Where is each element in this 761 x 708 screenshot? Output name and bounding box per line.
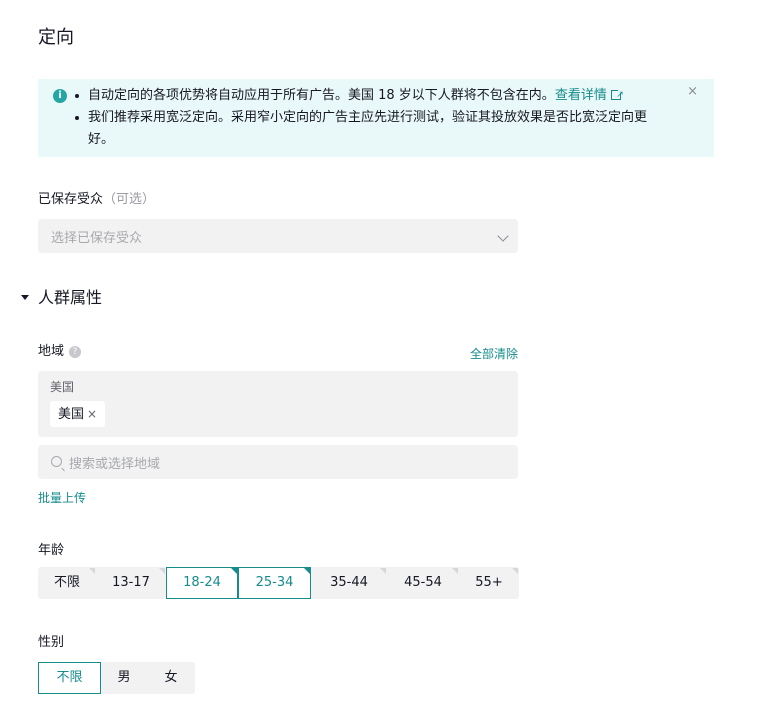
info-icon: i: [53, 89, 67, 103]
age-option-13-17[interactable]: 13-17: [96, 567, 166, 599]
age-option-label: 25-34: [255, 575, 294, 590]
details-link-label: 查看详情: [554, 88, 607, 103]
saved-audience-label-text: 已保存受众: [38, 192, 104, 207]
alert-line-2: 我们推荐采用宽泛定向。采用窄小定向的广告主应先进行测试，验证其投放效果是否比宽泛…: [88, 110, 648, 125]
age-option-any[interactable]: 不限: [38, 567, 96, 599]
age-selector: 不限 13-17 18-24 25-34 35-44 45-54 55+: [38, 567, 519, 599]
gender-option-any[interactable]: 不限: [38, 662, 101, 694]
chevron-down-icon: [497, 230, 509, 242]
region-group-name: 美国: [50, 380, 75, 394]
region-label: 地域?: [38, 343, 82, 361]
gender-label: 性别: [38, 635, 65, 650]
external-link-icon: [610, 84, 624, 106]
age-option-label: 不限: [53, 575, 80, 590]
gender-selector: 不限 男 女: [38, 662, 195, 694]
age-option-55-plus[interactable]: 55+: [459, 567, 519, 599]
corner-mark: [89, 568, 95, 574]
bullet: [75, 94, 79, 98]
details-link[interactable]: 查看详情: [554, 84, 624, 106]
bulk-upload-link[interactable]: 批量上传: [38, 489, 86, 506]
age-option-label: 13-17: [112, 575, 150, 590]
close-icon[interactable]: ×: [687, 84, 698, 99]
saved-audience-select[interactable]: 选择已保存受众: [38, 219, 518, 253]
selected-regions-box: 美国 美国 ×: [38, 371, 518, 437]
search-icon: [51, 456, 62, 467]
age-option-18-24[interactable]: 18-24: [166, 567, 238, 599]
region-chip-label: 美国: [58, 407, 85, 422]
gender-option-male[interactable]: 男: [101, 662, 147, 694]
age-label: 年龄: [38, 543, 65, 558]
age-option-label: 45-54: [404, 575, 442, 590]
saved-audience-placeholder: 选择已保存受众: [51, 231, 143, 246]
corner-mark: [452, 568, 458, 574]
clear-all-link[interactable]: 全部清除: [470, 345, 518, 362]
corner-mark: [304, 568, 310, 574]
age-option-label: 55+: [475, 575, 503, 590]
info-alert: i 自动定向的各项优势将自动应用于所有广告。美国 18 岁以下人群将不包含在内。…: [38, 79, 714, 157]
section-title-demographics[interactable]: 人群属性: [38, 287, 102, 309]
caret-down-icon[interactable]: [21, 295, 29, 300]
corner-mark: [231, 568, 237, 574]
age-option-label: 35-44: [330, 575, 368, 590]
region-search-input[interactable]: 搜索或选择地域: [38, 445, 518, 479]
alert-text-1: 自动定向的各项优势将自动应用于所有广告。美国 18 岁以下人群将不包含在内。: [88, 88, 555, 103]
region-search-placeholder: 搜索或选择地域: [69, 457, 161, 472]
optional-hint: （可选）: [103, 192, 156, 207]
corner-mark: [512, 568, 518, 574]
remove-chip-icon[interactable]: ×: [87, 407, 97, 421]
age-option-25-34[interactable]: 25-34: [238, 567, 311, 599]
help-icon[interactable]: ?: [69, 345, 82, 358]
age-option-label: 18-24: [183, 575, 221, 590]
region-label-text: 地域: [38, 344, 65, 359]
bullet: [75, 116, 79, 120]
alert-line-1: 自动定向的各项优势将自动应用于所有广告。美国 18 岁以下人群将不包含在内。查看…: [88, 84, 624, 107]
gender-option-female[interactable]: 女: [147, 662, 195, 694]
saved-audience-label: 已保存受众（可选）: [38, 191, 155, 209]
age-option-35-44[interactable]: 35-44: [311, 567, 387, 599]
age-option-45-54[interactable]: 45-54: [387, 567, 459, 599]
corner-mark: [380, 568, 386, 574]
alert-line-3: 好。: [88, 132, 115, 147]
page-title: 定向: [38, 27, 74, 48]
corner-mark: [159, 568, 165, 574]
region-chip: 美国 ×: [50, 401, 106, 427]
